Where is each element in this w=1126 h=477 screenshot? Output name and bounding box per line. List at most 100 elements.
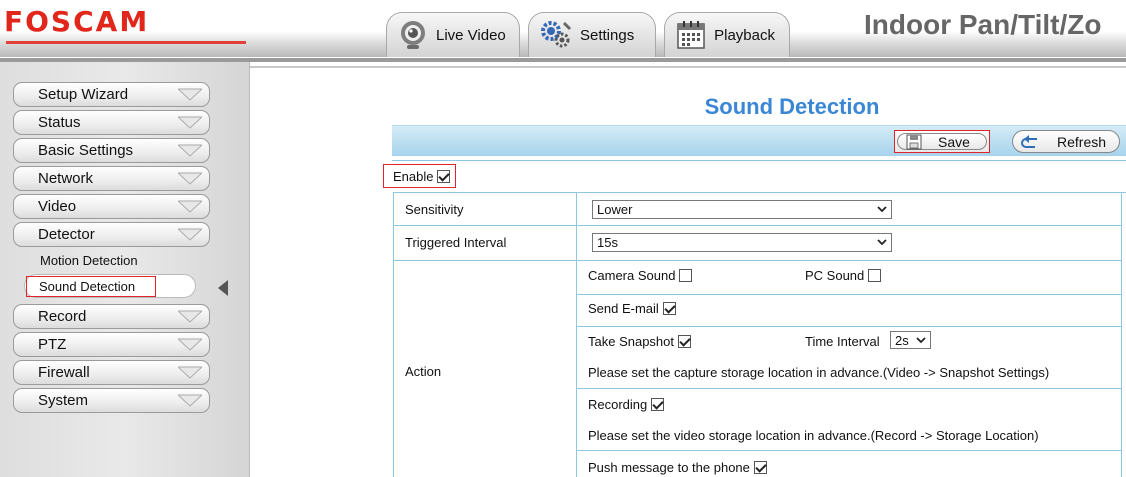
chevron-down-icon — [178, 394, 202, 407]
grid-line — [576, 450, 1122, 451]
sidebar-item-setup-wizard[interactable]: Setup Wizard — [13, 82, 210, 107]
triggered-interval-label: Triggered Interval — [405, 235, 507, 250]
time-interval-select[interactable]: 2s — [890, 331, 931, 349]
push-message-label: Push message to the phone — [588, 460, 750, 475]
pc-sound-checkbox[interactable] — [868, 269, 882, 282]
push-message-option[interactable]: Push message to the phone — [588, 460, 767, 475]
chevron-down-icon — [916, 337, 926, 344]
sidebar-item-label: Record — [38, 308, 87, 325]
sidebar-item-ptz[interactable]: PTZ — [13, 332, 210, 357]
tab-settings[interactable]: Settings — [528, 12, 656, 57]
sensitivity-value: Lower — [597, 202, 633, 217]
save-button-label: Save — [938, 133, 970, 150]
sidebar-subitem-motion-detection[interactable]: Motion Detection — [40, 253, 138, 268]
sidebar-item-network[interactable]: Network — [13, 166, 210, 191]
grid-line — [576, 192, 577, 477]
enable-toggle[interactable]: Enable — [383, 164, 456, 188]
triggered-interval-value: 15s — [597, 235, 618, 250]
chevron-down-icon — [877, 239, 887, 246]
recording-storage-note: Please set the video storage location in… — [588, 428, 1039, 443]
sidebar-subitem-sound-detection[interactable]: Sound Detection — [26, 276, 156, 297]
take-snapshot-label: Take Snapshot — [588, 334, 675, 349]
grid-line — [1121, 192, 1122, 477]
save-button[interactable]: Save — [894, 130, 990, 153]
sidebar-item-record[interactable]: Record — [13, 304, 210, 329]
refresh-arrow-icon — [1021, 134, 1037, 148]
sidebar-item-label: Detector — [38, 226, 95, 243]
camera-sound-checkbox[interactable] — [679, 269, 693, 282]
push-message-checkbox[interactable] — [753, 461, 767, 474]
chevron-down-icon — [178, 116, 202, 129]
tab-playback-label: Playback — [714, 26, 775, 44]
chevron-down-icon — [178, 228, 202, 241]
refresh-button[interactable]: Refresh — [1012, 130, 1120, 153]
sidebar-item-label: Network — [38, 170, 94, 187]
chevron-down-icon — [178, 310, 202, 323]
chevron-down-icon — [178, 172, 202, 185]
webcam-icon — [397, 18, 429, 52]
recording-label: Recording — [588, 397, 648, 412]
take-snapshot-checkbox[interactable] — [678, 335, 692, 348]
enable-checkbox[interactable] — [437, 169, 451, 183]
grid-line — [393, 260, 1122, 261]
tab-settings-label: Settings — [580, 26, 635, 44]
product-title: Indoor Pan/Tilt/Zo — [864, 9, 1102, 40]
chevron-down-icon — [178, 200, 202, 213]
send-email-checkbox[interactable] — [662, 302, 676, 315]
tab-playback[interactable]: Playback — [664, 12, 790, 57]
sidebar-item-status[interactable]: Status — [13, 110, 210, 135]
chevron-down-icon — [178, 144, 202, 157]
sidebar-item-detector[interactable]: Detector — [13, 222, 210, 247]
calendar-icon — [675, 18, 707, 52]
triggered-interval-select[interactable]: 15s — [592, 233, 892, 252]
grid-line — [393, 192, 394, 477]
sensitivity-select[interactable]: Lower — [592, 200, 892, 219]
recording-option[interactable]: Recording — [588, 397, 665, 412]
floppy-disk-icon — [906, 134, 922, 149]
foscam-logo: FOSCAM — [4, 5, 150, 38]
content-top-divider — [250, 66, 1126, 68]
recording-checkbox[interactable] — [651, 398, 665, 411]
grid-line — [576, 326, 1122, 327]
snapshot-storage-note: Please set the capture storage location … — [588, 365, 1050, 380]
chevron-down-icon — [178, 88, 202, 101]
sidebar-item-basic-settings[interactable]: Basic Settings — [13, 138, 210, 163]
refresh-button-label: Refresh — [1057, 133, 1107, 150]
camera-sound-label: Camera Sound — [588, 268, 676, 283]
sidebar-item-label: Video — [38, 198, 77, 215]
send-email-option[interactable]: Send E-mail — [588, 301, 676, 316]
page-title: Sound Detection — [704, 94, 880, 119]
sidebar-item-label: Setup Wizard — [38, 86, 129, 103]
gears-icon — [539, 18, 573, 52]
time-interval-value: 2s — [895, 332, 909, 348]
sidebar-item-label: System — [38, 392, 89, 409]
toolbar-rule — [392, 160, 1126, 161]
sidebar-item-label: PTZ — [38, 336, 67, 353]
grid-line — [576, 388, 1122, 389]
send-email-label: Send E-mail — [588, 301, 659, 316]
chevron-down-icon — [178, 338, 202, 351]
action-label: Action — [405, 364, 442, 379]
sidebar-item-label: Firewall — [38, 364, 90, 381]
enable-label: Enable — [393, 168, 434, 184]
take-snapshot-option[interactable]: Take Snapshot — [588, 334, 692, 349]
time-interval-label: Time Interval — [805, 334, 880, 349]
pc-sound-option[interactable]: PC Sound — [805, 268, 882, 283]
tab-live-video-label: Live Video — [436, 26, 506, 44]
logo-underline — [6, 41, 246, 44]
time-interval-group: Time Interval — [805, 334, 880, 349]
grid-line — [393, 225, 1122, 226]
chevron-down-icon — [877, 206, 887, 213]
action-toolbar: Save Refresh — [392, 125, 1126, 156]
app-header: FOSCAM Live Video Settings Playback Indo… — [0, 0, 1126, 57]
sidebar-item-video[interactable]: Video — [13, 194, 210, 219]
sidebar-item-system[interactable]: System — [13, 388, 210, 413]
camera-sound-option[interactable]: Camera Sound — [588, 268, 693, 283]
active-pointer-icon — [218, 280, 228, 296]
sidebar-item-label: Status — [38, 114, 81, 131]
tab-live-video[interactable]: Live Video — [386, 12, 520, 57]
sidebar-item-firewall[interactable]: Firewall — [13, 360, 210, 385]
chevron-down-icon — [178, 366, 202, 379]
pc-sound-label: PC Sound — [805, 268, 865, 283]
grid-line — [393, 192, 1126, 193]
